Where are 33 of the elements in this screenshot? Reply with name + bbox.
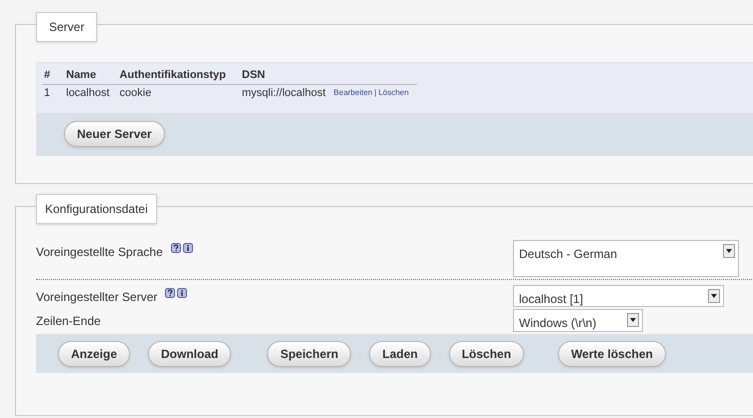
caret-icon	[708, 289, 720, 303]
section-legend: Konfigurationsdatei	[36, 194, 157, 224]
section-legend: Server	[36, 12, 98, 42]
caret-icon	[723, 244, 735, 258]
field-label: Voreingestellter Server	[36, 289, 158, 306]
table-cell: cookie	[118, 84, 240, 101]
info-icon[interactable]	[182, 243, 193, 253]
help-icon[interactable]	[170, 243, 181, 253]
field-label: Voreingestellte Sprache	[36, 244, 163, 261]
dropdown[interactable]: localhost [1]	[513, 285, 724, 307]
column-header: Name	[64, 67, 118, 84]
column-header: Authentifikationstyp	[118, 67, 240, 84]
column-header: #	[42, 67, 64, 84]
row-link[interactable]: Löschen	[378, 88, 409, 97]
action-button[interactable]: Anzeige	[58, 340, 130, 366]
row-link[interactable]: Bearbeiten	[334, 88, 372, 97]
table-cell: localhost	[64, 84, 118, 101]
info-icon[interactable]	[177, 288, 188, 298]
action-button[interactable]: Neuer Server	[64, 121, 165, 147]
table-cell: mysqli://localhost	[240, 84, 334, 101]
action-button[interactable]: Werte löschen	[558, 340, 666, 366]
dropdown[interactable]: Windows (\r\n)	[513, 309, 643, 332]
field-label: Zeilen-Ende	[36, 313, 101, 330]
action-button[interactable]: Laden	[369, 340, 431, 366]
separator: |	[374, 88, 376, 97]
dropdown[interactable]: Deutsch - German	[513, 240, 739, 277]
action-button[interactable]: Speichern	[267, 340, 352, 366]
help-icon[interactable]	[165, 288, 176, 298]
action-button[interactable]: Download	[148, 340, 232, 366]
column-header: DSN	[240, 67, 334, 84]
caret-icon	[627, 313, 639, 327]
action-button[interactable]: Löschen	[448, 340, 524, 366]
table-cell: 1	[42, 84, 64, 101]
